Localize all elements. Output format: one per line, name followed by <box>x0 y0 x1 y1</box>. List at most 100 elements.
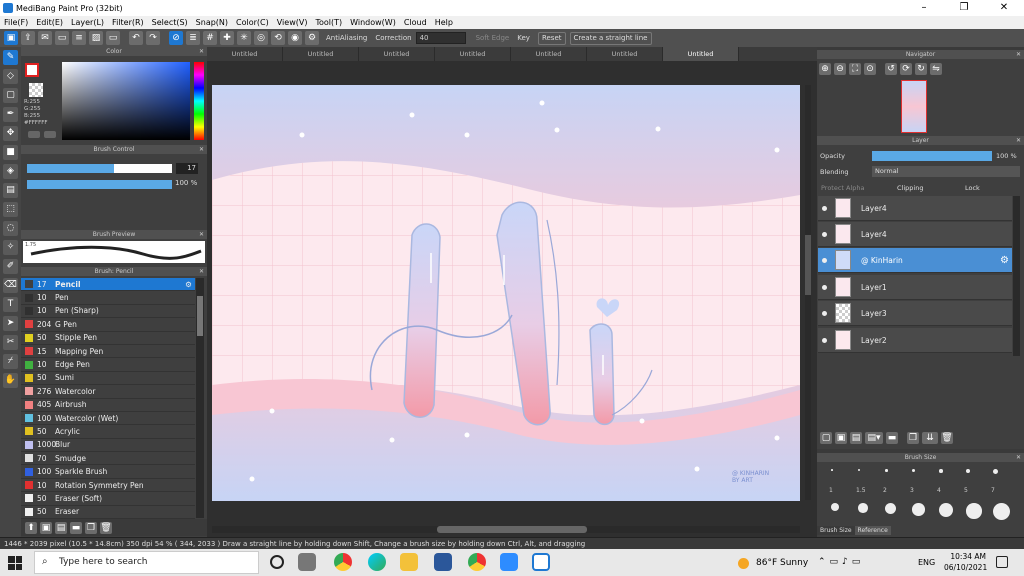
zoom-in-icon[interactable]: ⊕ <box>819 63 831 75</box>
hand-tool-icon[interactable]: ✋ <box>3 373 18 388</box>
menu-color[interactable]: Color(C) <box>232 18 273 27</box>
panel-close-icon[interactable]: ✕ <box>1016 50 1021 59</box>
doc-tab[interactable]: Untitled <box>207 47 283 61</box>
select-pen-tool-icon[interactable]: ✐ <box>3 259 18 274</box>
brush-size-dot[interactable] <box>993 469 998 474</box>
magic-wand-tool-icon[interactable]: ✧ <box>3 240 18 255</box>
brush-size-dot[interactable] <box>885 503 896 514</box>
menu-cloud[interactable]: Cloud <box>400 18 431 27</box>
brush-size-dot[interactable] <box>993 503 1010 520</box>
brush-list-item[interactable]: 50 Eraser (Soft) <box>21 492 195 506</box>
layer-row[interactable]: Layer4 <box>818 196 1012 221</box>
background-color-swatch[interactable] <box>29 83 43 97</box>
brush-list-item[interactable]: 50 Stipple Pen <box>21 332 195 345</box>
menu-view[interactable]: View(V) <box>273 18 312 27</box>
pen-tool-icon[interactable]: ✒ <box>3 107 18 122</box>
canvas-horizontal-scrollbar[interactable] <box>212 526 800 533</box>
gradient-tool-icon[interactable]: ▤ <box>3 183 18 198</box>
folder-icon[interactable]: ▬ <box>886 432 898 444</box>
upload-icon[interactable]: ⇪ <box>21 31 35 45</box>
rotate-reset-icon[interactable]: ⟳ <box>900 63 912 75</box>
brush-list-item[interactable]: 1000 Blur <box>21 439 195 453</box>
eye-icon[interactable] <box>822 284 827 290</box>
canvas-vertical-scrollbar[interactable] <box>805 85 811 500</box>
brush-size-dot[interactable] <box>858 469 860 471</box>
saturation-value-picker[interactable] <box>62 62 190 140</box>
widgets-icon[interactable] <box>298 553 316 571</box>
brush-size-dot[interactable] <box>966 503 982 519</box>
doc-tab[interactable]: Untitled <box>359 47 435 61</box>
brush-size-dot[interactable] <box>831 503 839 511</box>
bucket-tool-icon[interactable]: ◈ <box>3 164 18 179</box>
settings-icon[interactable]: ⚙ <box>305 31 319 45</box>
redo-icon[interactable]: ↷ <box>146 31 160 45</box>
antialias-checkbox[interactable]: AntiAliasing <box>326 34 367 42</box>
image-icon[interactable]: ▨ <box>89 31 103 45</box>
brush-size-dot[interactable] <box>966 469 970 473</box>
eyedropper-tool-icon[interactable]: ⌿ <box>3 354 18 369</box>
eye-icon[interactable] <box>822 231 827 237</box>
brush-list-item[interactable]: 70 Smudge <box>21 452 195 466</box>
divide-tool-icon[interactable]: ✂ <box>3 335 18 350</box>
brush-list-item[interactable]: 100 Sparkle Brush <box>21 465 195 479</box>
panel-close-icon[interactable]: ✕ <box>199 47 204 56</box>
clipping-checkbox[interactable]: Clipping <box>897 184 923 192</box>
new-layer-8bit-icon[interactable]: ▣ <box>835 432 847 444</box>
new-layer-icon[interactable]: ▢ <box>820 432 832 444</box>
foreground-color-swatch[interactable] <box>25 63 39 77</box>
brush-list-item[interactable]: 50 Eraser <box>21 506 195 520</box>
zoom-app-icon[interactable] <box>500 553 518 571</box>
chrome-profile-icon[interactable] <box>468 553 486 571</box>
circle-snap-icon[interactable]: ◎ <box>254 31 268 45</box>
layer-list-scrollbar[interactable] <box>1013 196 1020 356</box>
brush-list-item[interactable]: 10 Edge Pen <box>21 358 195 372</box>
close-button[interactable]: ✕ <box>984 0 1024 16</box>
panel-close-icon[interactable]: ✕ <box>1016 453 1021 462</box>
fit-icon[interactable]: ⛶ <box>849 63 861 75</box>
brush-size-value[interactable]: 17 <box>176 163 198 174</box>
menu-select[interactable]: Select(S) <box>148 18 192 27</box>
brush-folder-icon[interactable]: ▬ <box>70 521 82 534</box>
menu-window[interactable]: Window(W) <box>346 18 400 27</box>
brush-tool-icon[interactable]: ✎ <box>3 50 18 65</box>
clock[interactable]: 10:34 AM 06/10/2021 <box>944 551 987 573</box>
eye-icon[interactable] <box>822 257 827 263</box>
doc-tab[interactable]: Untitled <box>283 47 359 61</box>
layer-row-selected[interactable]: @ KinHarin ⚙ <box>818 248 1012 273</box>
brush-add-icon[interactable]: ⬆ <box>25 521 37 534</box>
snap-off-icon[interactable]: ⊘ <box>169 31 183 45</box>
monitor-icon[interactable]: ▭ <box>106 31 120 45</box>
eye-icon[interactable] <box>822 205 827 211</box>
chrome-icon[interactable] <box>334 553 352 571</box>
cross-snap-icon[interactable]: ✚ <box>220 31 234 45</box>
brush-new-icon[interactable]: ▣ <box>40 521 52 534</box>
reference-tab[interactable]: Reference <box>854 526 891 535</box>
doc-tab[interactable]: Untitled <box>435 47 511 61</box>
eye-icon[interactable] <box>822 337 827 343</box>
layer-settings-gear-icon[interactable]: ⚙ <box>1000 255 1009 266</box>
menu-help[interactable]: Help <box>431 18 457 27</box>
blending-select[interactable]: Normal <box>872 166 1020 177</box>
lock-checkbox[interactable]: Lock <box>965 184 980 192</box>
add-layer-dropdown-icon[interactable]: ▤▾ <box>865 432 883 444</box>
brush-size-dot[interactable] <box>831 469 833 471</box>
brush-list-item[interactable]: 17 Pencil ⚙ <box>21 278 195 292</box>
brush-list-item[interactable]: 276 Watercolor <box>21 385 195 399</box>
actual-size-icon[interactable]: ⊙ <box>864 63 876 75</box>
brush-size-dot[interactable] <box>858 503 868 513</box>
brush-size-dot[interactable] <box>912 503 925 516</box>
taskbar-search-input[interactable]: Type here to search <box>34 551 259 574</box>
brush-size-tab[interactable]: Brush Size <box>817 526 855 535</box>
rotate-right-icon[interactable]: ↻ <box>915 63 927 75</box>
brush-list-item[interactable]: 50 Sumi <box>21 372 195 386</box>
eye-icon[interactable] <box>822 310 827 316</box>
weather-text[interactable]: 86°F Sunny <box>756 558 808 568</box>
straight-line-button[interactable]: Create a straight line <box>569 31 652 45</box>
comment-icon[interactable]: ✉ <box>38 31 52 45</box>
brush-size-dot[interactable] <box>912 469 915 472</box>
brush-list-item[interactable]: 405 Airbrush <box>21 399 195 412</box>
eraser-tool-icon[interactable]: ◇ <box>3 69 18 84</box>
menu-layer[interactable]: Layer(L) <box>67 18 108 27</box>
hue-slider[interactable] <box>194 62 204 140</box>
protect-alpha-checkbox[interactable]: Protect Alpha <box>821 184 865 192</box>
